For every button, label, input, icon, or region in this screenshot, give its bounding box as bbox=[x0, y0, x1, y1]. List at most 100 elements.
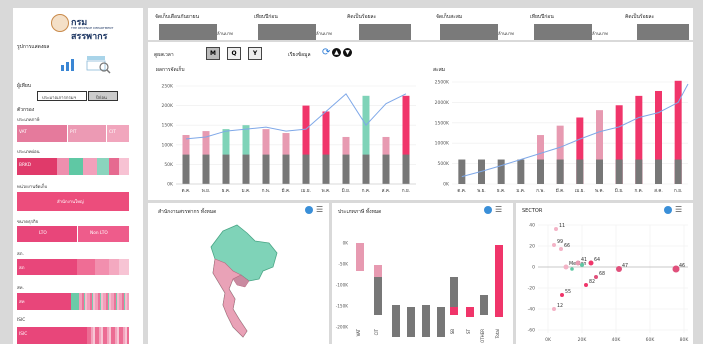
cumulative-base-bar[interactable] bbox=[635, 159, 643, 184]
tile-regional-5[interactable] bbox=[119, 259, 129, 275]
tile-payment-3[interactable] bbox=[69, 158, 83, 175]
monthly-base-bar[interactable] bbox=[202, 154, 210, 184]
regional-treemap[interactable]: สภ bbox=[17, 259, 129, 275]
thailand-map[interactable] bbox=[203, 223, 283, 343]
tile-area-main[interactable]: สท bbox=[17, 293, 71, 310]
tile-cit[interactable]: CIT bbox=[107, 125, 129, 142]
monthly-chart[interactable]: 250K 200K 150K 100K 50K 0K ต.ค. พ.ย. ธ.ค. ม.ค. ก.พ… bbox=[148, 74, 423, 200]
tile-isic-main[interactable]: ISIC bbox=[17, 327, 87, 344]
cumulative-base-bar[interactable] bbox=[655, 159, 662, 184]
sector-scatter-chart[interactable]: 40200-20-40-600K20K40K60K80K119966Median… bbox=[516, 217, 693, 344]
waterfall-chart[interactable]: 0K -50K -100K -150K -200K VAT CIT SB ST OTHER Tota… bbox=[332, 217, 513, 344]
sector-point[interactable] bbox=[560, 293, 564, 297]
monthly-ytick: 0K bbox=[167, 182, 174, 188]
tax-type-treemap[interactable]: VAT PIT CIT bbox=[17, 125, 129, 142]
sector-point[interactable] bbox=[552, 307, 556, 311]
monthly-xtick: ส.ค. bbox=[382, 188, 391, 194]
tile-pit[interactable]: PIT bbox=[68, 125, 106, 142]
waterfall-bar[interactable] bbox=[480, 295, 488, 315]
period-button-m[interactable]: M bbox=[206, 47, 220, 60]
sort-up-icon[interactable]: ▲ bbox=[332, 48, 341, 57]
monthly-base-bar[interactable] bbox=[402, 154, 410, 184]
monthly-base-bar[interactable] bbox=[222, 154, 230, 184]
refresh-icon[interactable]: ⟳ bbox=[322, 48, 330, 58]
tax-type-info-icon[interactable] bbox=[484, 206, 492, 214]
kpi-unit-4: ล้านบาท bbox=[592, 32, 608, 37]
tile-regional-4[interactable] bbox=[109, 259, 119, 275]
tile-brkd[interactable]: BRKD bbox=[17, 158, 57, 175]
sector-point[interactable] bbox=[580, 263, 584, 267]
sector-info-icon[interactable] bbox=[664, 206, 672, 214]
period-button-y[interactable]: Y bbox=[248, 47, 262, 60]
office-treemap[interactable]: สำนักงานใหญ่ bbox=[17, 192, 129, 211]
tile-payment-6[interactable] bbox=[109, 158, 119, 175]
sector-point[interactable] bbox=[575, 260, 581, 266]
monthly-base-bar[interactable] bbox=[242, 154, 250, 184]
tile-payment-7[interactable] bbox=[119, 158, 129, 175]
monthly-base-bar[interactable] bbox=[362, 154, 370, 184]
cumulative-base-bar[interactable] bbox=[596, 159, 603, 184]
sector-point[interactable] bbox=[563, 264, 569, 270]
sector-xtick: 40K bbox=[612, 337, 622, 343]
waterfall-bar[interactable] bbox=[437, 307, 445, 337]
cumulative-chart[interactable]: 2500K 2000K 1500K 1000K 500K 0K ต.ค. พ.ย. ธ.ค. ม.… bbox=[420, 74, 693, 200]
compare-prev-year-button[interactable]: ปีก่อน bbox=[88, 91, 118, 101]
sector-point[interactable] bbox=[559, 247, 563, 251]
period-button-q[interactable]: Q bbox=[227, 47, 241, 60]
waterfall-bar[interactable] bbox=[422, 305, 430, 337]
monthly-base-bar[interactable] bbox=[342, 154, 350, 184]
cumulative-base-bar[interactable] bbox=[615, 159, 623, 184]
area-treemap[interactable]: สท bbox=[17, 293, 129, 310]
cumulative-base-bar[interactable] bbox=[576, 159, 584, 184]
map-menu-icon[interactable]: ☰ bbox=[316, 206, 323, 214]
monthly-base-bar[interactable] bbox=[182, 154, 190, 184]
tile-payment-5[interactable] bbox=[97, 158, 109, 175]
sector-point[interactable] bbox=[554, 227, 558, 231]
sector-menu-icon[interactable]: ☰ bbox=[675, 206, 682, 214]
monthly-base-bar[interactable] bbox=[302, 154, 310, 184]
tile-regional-3[interactable] bbox=[95, 259, 109, 275]
waterfall-bar[interactable] bbox=[407, 307, 415, 337]
cumulative-base-bar[interactable] bbox=[537, 159, 544, 184]
tile-isic-2[interactable] bbox=[87, 327, 129, 344]
tile-vat[interactable]: VAT bbox=[17, 125, 67, 142]
waterfall-bar[interactable] bbox=[392, 305, 400, 337]
tile-regional-main[interactable]: สภ bbox=[17, 259, 77, 275]
tax-type-menu-icon[interactable]: ☰ bbox=[495, 206, 502, 214]
cumulative-base-bar[interactable] bbox=[497, 159, 505, 184]
monthly-base-bar[interactable] bbox=[322, 154, 330, 184]
payment-type-treemap[interactable]: BRKD bbox=[17, 158, 129, 175]
waterfall-bar[interactable] bbox=[356, 243, 364, 271]
sector-point[interactable] bbox=[570, 267, 574, 271]
tile-regional-2[interactable] bbox=[77, 259, 95, 275]
cumulative-base-bar[interactable] bbox=[517, 159, 525, 184]
monthly-base-bar[interactable] bbox=[282, 154, 290, 184]
waterfall-bar[interactable] bbox=[495, 245, 503, 317]
sector-point[interactable] bbox=[584, 283, 588, 287]
tile-area-2[interactable] bbox=[71, 293, 79, 310]
isic-treemap[interactable]: ISIC bbox=[17, 327, 129, 344]
tile-payment-2[interactable] bbox=[57, 158, 69, 175]
sort-down-icon[interactable]: ▼ bbox=[343, 48, 352, 57]
tile-lto[interactable]: LTO bbox=[17, 226, 77, 242]
tile-area-3[interactable] bbox=[79, 293, 129, 310]
waterfall-bar[interactable] bbox=[466, 307, 474, 317]
sector-point[interactable] bbox=[594, 275, 598, 279]
bar-chart-view-icon[interactable] bbox=[58, 56, 78, 72]
monthly-base-bar[interactable] bbox=[262, 154, 270, 184]
cumulative-base-bar[interactable] bbox=[674, 159, 682, 184]
waterfall-bar[interactable] bbox=[374, 277, 382, 315]
map-info-icon[interactable] bbox=[305, 206, 313, 214]
tile-payment-4[interactable] bbox=[83, 158, 97, 175]
tile-non-lto[interactable]: Non LTO bbox=[78, 226, 129, 242]
cumulative-base-bar[interactable] bbox=[458, 159, 466, 184]
monthly-base-bar[interactable] bbox=[382, 154, 390, 184]
business-size-treemap[interactable]: LTO Non LTO bbox=[17, 226, 129, 242]
cumulative-base-bar[interactable] bbox=[556, 159, 564, 184]
waterfall-bar[interactable] bbox=[450, 307, 458, 315]
waterfall-xtick: SB bbox=[450, 329, 455, 335]
sector-point[interactable] bbox=[552, 243, 556, 247]
table-search-view-icon[interactable] bbox=[86, 54, 112, 74]
compare-select[interactable]: ประมาณการกรมฯ bbox=[37, 91, 87, 101]
sector-point[interactable] bbox=[588, 260, 594, 266]
